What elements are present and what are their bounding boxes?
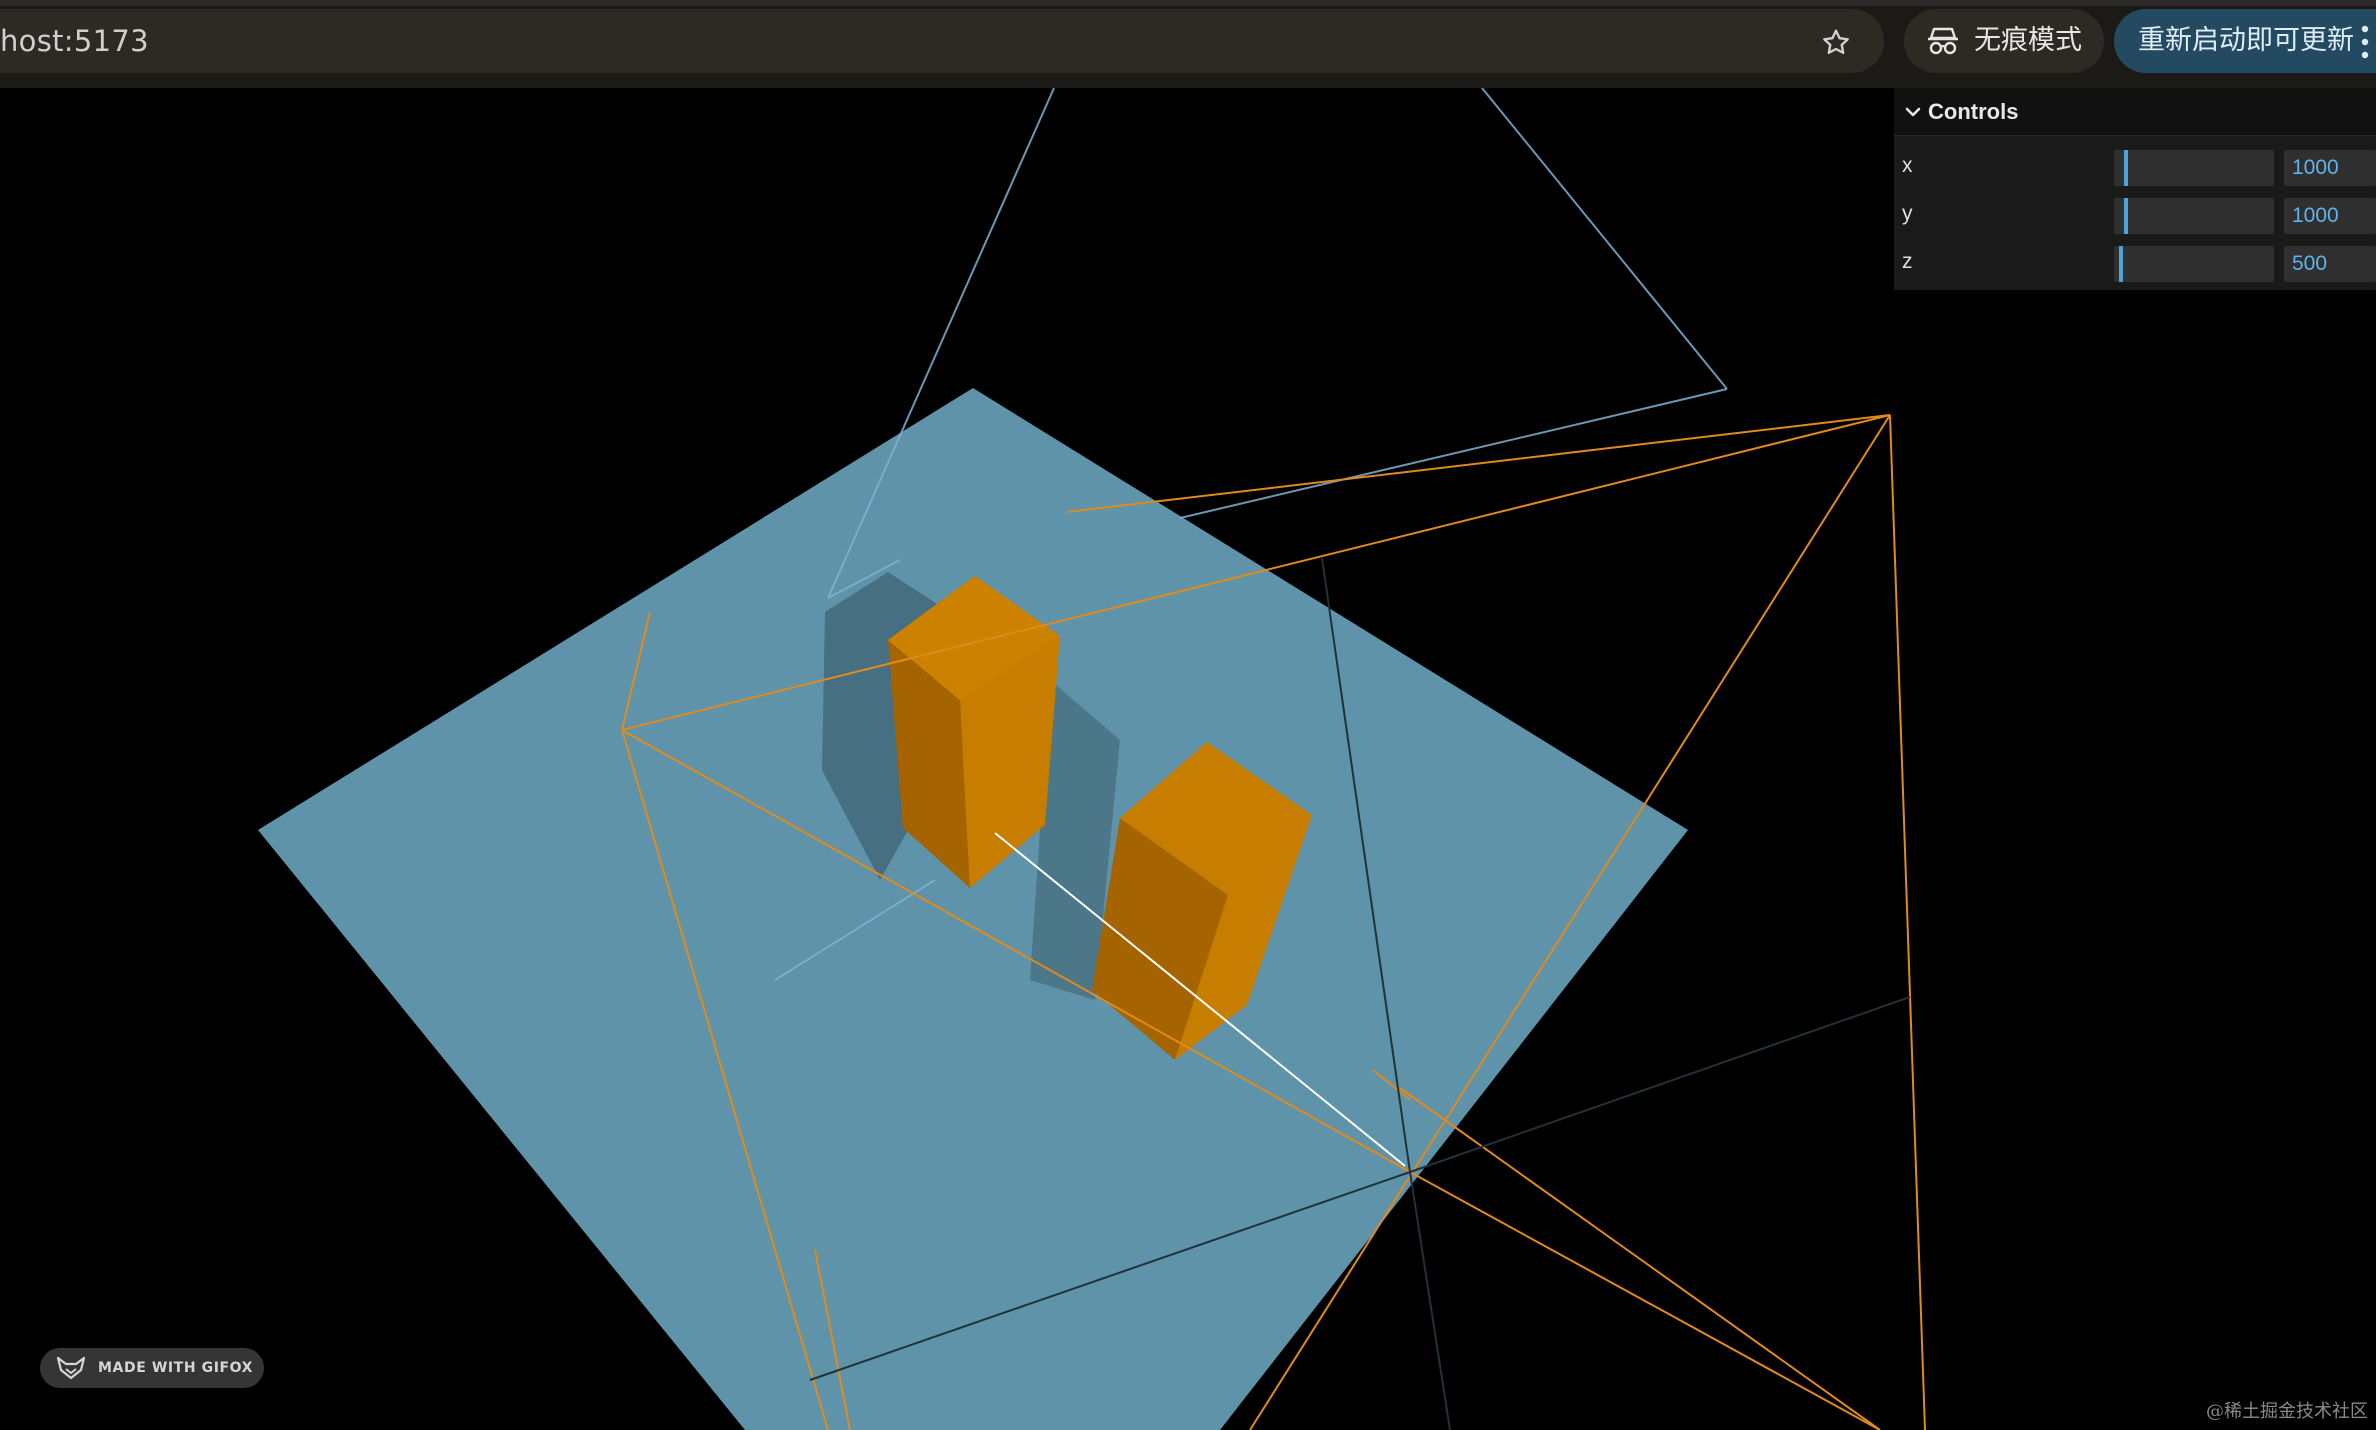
gifox-label: MADE WITH GIFOX bbox=[98, 1360, 254, 1376]
incognito-icon bbox=[1928, 27, 1958, 55]
slider-handle-y[interactable] bbox=[2124, 198, 2128, 234]
control-label-x: x bbox=[1902, 154, 1913, 177]
chevron-down-icon bbox=[1905, 107, 1921, 117]
slider-handle-x[interactable] bbox=[2124, 150, 2128, 186]
fox-icon bbox=[56, 1356, 86, 1380]
url-text[interactable]: host:5173 bbox=[0, 9, 149, 73]
control-label-z: z bbox=[1902, 250, 1913, 273]
update-label: 重新启动即可更新 bbox=[2138, 25, 2354, 56]
incognito-button[interactable]: 无痕模式 bbox=[1904, 9, 2104, 73]
controls-panel: Controls x 1000 y 1000 z 500 bbox=[1894, 88, 2376, 290]
incognito-label: 无痕模式 bbox=[1974, 25, 2082, 56]
slider-handle-z[interactable] bbox=[2119, 246, 2123, 282]
relaunch-to-update-button[interactable]: 重新启动即可更新 bbox=[2114, 9, 2376, 73]
control-row-x: x 1000 bbox=[1894, 142, 2376, 190]
gifox-badge: MADE WITH GIFOX bbox=[40, 1348, 264, 1388]
number-input-z[interactable]: 500 bbox=[2284, 246, 2376, 282]
address-bar[interactable]: host:5173 bbox=[0, 9, 1884, 73]
tab-strip-edge bbox=[0, 0, 2376, 6]
number-input-y[interactable]: 1000 bbox=[2284, 198, 2376, 234]
site-watermark: @稀土掘金技术社区 bbox=[2206, 1401, 2368, 1422]
browser-toolbar: host:5173 无痕模式 重新启动即可更新 bbox=[0, 0, 2376, 88]
control-label-y: y bbox=[1902, 202, 1913, 225]
controls-header[interactable]: Controls bbox=[1894, 88, 2376, 136]
more-menu-icon[interactable] bbox=[2360, 24, 2370, 60]
controls-title: Controls bbox=[1928, 99, 2019, 124]
slider-y[interactable] bbox=[2114, 198, 2274, 234]
control-row-y: y 1000 bbox=[1894, 190, 2376, 238]
number-input-x[interactable]: 1000 bbox=[2284, 150, 2376, 186]
slider-z[interactable] bbox=[2114, 246, 2274, 282]
control-row-z: z 500 bbox=[1894, 238, 2376, 286]
bookmark-star-icon[interactable] bbox=[1820, 27, 1852, 59]
slider-x[interactable] bbox=[2114, 150, 2274, 186]
